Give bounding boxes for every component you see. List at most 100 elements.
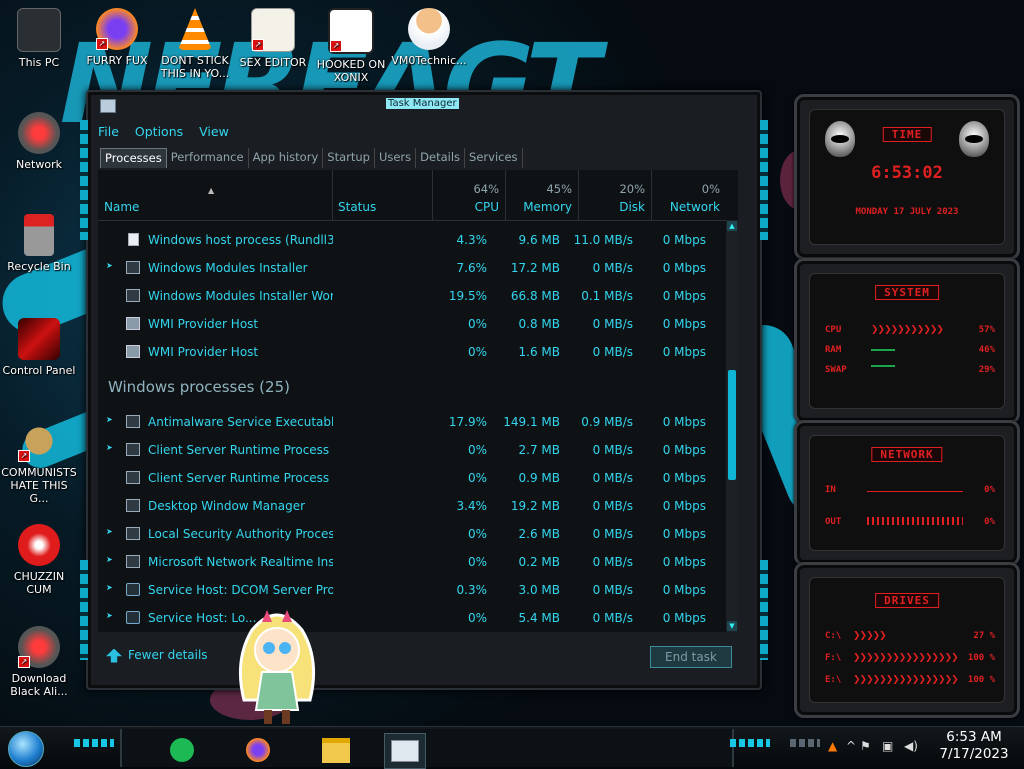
column-memory[interactable]: 45% Memory bbox=[505, 170, 579, 220]
column-network[interactable]: 0% Network bbox=[651, 170, 726, 220]
tab-users[interactable]: Users bbox=[374, 148, 417, 168]
desktop-icon-recycle-bin[interactable]: Recycle Bin bbox=[0, 214, 78, 273]
frame-rail bbox=[80, 120, 88, 240]
time-date: MONDAY 17 JULY 2023 bbox=[855, 207, 959, 217]
table-row[interactable]: ➤ Service Host: Lo... 0% 5.4 MB 0 MB/s 0 Mbps bbox=[98, 604, 726, 632]
scrollbar-thumb[interactable] bbox=[728, 370, 736, 480]
expand-chevron-icon[interactable]: ➤ bbox=[106, 583, 113, 592]
vertical-scrollbar[interactable]: ▲ ▼ bbox=[726, 220, 738, 632]
menu-options[interactable]: Options bbox=[135, 124, 183, 139]
process-disk: 0.9 MB/s bbox=[581, 415, 633, 429]
table-header: ▲ Name Status 64% CPU 45% Memory 20% Dis… bbox=[98, 170, 738, 221]
fewer-details-button[interactable]: Fewer details bbox=[106, 648, 208, 663]
tab-processes[interactable]: Processes bbox=[100, 148, 167, 168]
desktop-icon-control-panel[interactable]: Control Panel bbox=[0, 318, 78, 377]
task-manager-window[interactable]: Task Manager File Options View Processes… bbox=[80, 90, 768, 690]
process-network: 0 Mbps bbox=[662, 583, 706, 597]
table-row[interactable]: Windows Modules Installer Wor... 19.5% 66.… bbox=[98, 282, 726, 310]
column-name-label: Name bbox=[104, 200, 140, 214]
menu-view[interactable]: View bbox=[199, 124, 229, 139]
end-task-button[interactable]: End task bbox=[650, 646, 732, 668]
table-row[interactable]: ➤ Local Security Authority Process 0% 2.6 M… bbox=[98, 520, 726, 548]
table-row[interactable]: ➤ Client Server Runtime Process 0% 2.7 MB 0 … bbox=[98, 436, 726, 464]
table-row[interactable]: ➤ Service Host: DCOM Server Proc... 0.3% 3.… bbox=[98, 576, 726, 604]
table-row[interactable]: ➤ Antimalware Service Executable 17.9% 149.… bbox=[98, 408, 726, 436]
network-tray-icon[interactable]: ▣ bbox=[882, 739, 893, 753]
scroll-up-icon[interactable]: ▲ bbox=[727, 221, 737, 231]
desktop-icon-communists[interactable]: ↗ COMMUNISTS HATE THIS G... bbox=[0, 420, 78, 505]
taskbar-spotify[interactable] bbox=[162, 733, 202, 767]
task-manager-icon bbox=[391, 740, 419, 762]
desktop-icon-network[interactable]: Network bbox=[0, 112, 78, 171]
drive-c-label: C:\ bbox=[825, 631, 842, 641]
menu-file[interactable]: File bbox=[98, 124, 119, 139]
expand-chevron-icon[interactable]: ➤ bbox=[106, 555, 113, 564]
process-network: 0 Mbps bbox=[662, 471, 706, 485]
tab-performance[interactable]: Performance bbox=[166, 148, 249, 168]
expand-chevron-icon[interactable]: ➤ bbox=[106, 443, 113, 452]
column-status[interactable]: Status bbox=[332, 170, 433, 220]
network-gadget[interactable]: NETWORK IN 0% OUT 0% bbox=[794, 420, 1020, 566]
group-header-windows-processes[interactable]: Windows processes (25) bbox=[108, 378, 290, 396]
table-row[interactable]: Windows host process (Rundll32) 4.3% 9.6 M… bbox=[98, 226, 726, 254]
system-gadget[interactable]: SYSTEM CPU ❯❯❯❯❯❯❯❯❯❯❯ 57% RAM 46% SWAP … bbox=[794, 258, 1020, 424]
tab-app-history[interactable]: App history bbox=[248, 148, 324, 168]
column-cpu[interactable]: 64% CPU bbox=[432, 170, 506, 220]
swap-graph bbox=[871, 365, 895, 367]
tab-startup[interactable]: Startup bbox=[323, 148, 375, 168]
time-gadget[interactable]: TIME 6:53:02 MONDAY 17 JULY 2023 bbox=[794, 94, 1020, 260]
drives-gadget[interactable]: DRIVES C:\ ❯❯❯❯❯ 27 % F:\ ❯❯❯❯❯❯❯❯❯❯❯❯❯❯… bbox=[794, 562, 1020, 718]
tab-services[interactable]: Services bbox=[465, 148, 523, 168]
table-row[interactable]: ➤ Microsoft Network Realtime Ins... 0% 0.2 … bbox=[98, 548, 726, 576]
desktop-icon-hooked-on-xonix[interactable]: ↗ HOOKED ON XONIX bbox=[312, 8, 390, 84]
start-button[interactable] bbox=[8, 731, 44, 767]
desktop-icon-this-pc[interactable]: This PC bbox=[0, 8, 78, 69]
drive-c-value: 27 % bbox=[973, 631, 995, 641]
expand-chevron-icon[interactable]: ➤ bbox=[106, 611, 113, 620]
table-row[interactable]: Client Server Runtime Process 0% 0.9 MB 0 M… bbox=[98, 464, 726, 492]
expand-chevron-icon[interactable]: ➤ bbox=[106, 415, 113, 424]
taskbar-file-explorer[interactable] bbox=[316, 733, 356, 767]
time-title: TIME bbox=[882, 127, 932, 142]
process-disk: 0 MB/s bbox=[592, 499, 633, 513]
table-row[interactable]: WMI Provider Host 0% 0.8 MB 0 MB/s 0 Mbps bbox=[98, 310, 726, 338]
drive-f-value: 100 % bbox=[967, 653, 995, 663]
desktop-icon-download-black-alien[interactable]: ↗ Download Black Ali... bbox=[0, 626, 78, 698]
volume-icon[interactable]: ◀) bbox=[904, 739, 918, 753]
process-cpu: 17.9% bbox=[448, 415, 487, 429]
desktop-icon-dont-stick[interactable]: DONT STICK THIS IN YO... bbox=[156, 8, 234, 80]
computer-icon bbox=[17, 8, 61, 52]
column-status-label: Status bbox=[338, 200, 377, 214]
tray-app-icon[interactable]: ▲ bbox=[828, 739, 837, 753]
scroll-down-icon[interactable]: ▼ bbox=[727, 621, 737, 631]
window-icon bbox=[126, 471, 140, 484]
table-row[interactable]: WMI Provider Host 0% 1.6 MB 0 MB/s 0 Mbps bbox=[98, 338, 726, 366]
desktop-icon-vm0technic[interactable]: VM0Technic... bbox=[390, 8, 468, 67]
desktop-icon-sex-editor[interactable]: ↗ SEX EDITOR bbox=[234, 8, 312, 69]
process-network: 0 Mbps bbox=[662, 555, 706, 569]
column-disk[interactable]: 20% Disk bbox=[578, 170, 652, 220]
sort-ascending-icon: ▲ bbox=[208, 186, 215, 195]
expand-chevron-icon[interactable]: ➤ bbox=[106, 527, 113, 536]
process-cpu: 4.3% bbox=[456, 233, 488, 247]
swap-label: SWAP bbox=[825, 365, 847, 375]
table-row[interactable]: Desktop Window Manager 3.4% 19.2 MB 0 MB/s 0… bbox=[98, 492, 726, 520]
table-row[interactable]: ➤ Windows Modules Installer 7.6% 17.2 MB 0 M… bbox=[98, 254, 726, 282]
process-disk: 0 MB/s bbox=[592, 317, 633, 331]
desktop-icon-label: This PC bbox=[18, 56, 60, 69]
firefox-icon bbox=[246, 738, 270, 762]
desktop-icon-chuzzin[interactable]: CHUZZIN CUM bbox=[0, 524, 78, 596]
tab-details[interactable]: Details bbox=[416, 148, 466, 168]
desktop-icon-label: FURRY FUX bbox=[86, 54, 148, 67]
desktop-icon-label: Network bbox=[16, 158, 62, 171]
taskbar-task-manager[interactable] bbox=[384, 733, 426, 769]
desktop-icon-furry-fux[interactable]: ↗ FURRY FUX bbox=[78, 8, 156, 67]
taskbar-firefox[interactable] bbox=[238, 733, 278, 767]
action-center-flag-icon[interactable]: ⚑ bbox=[860, 739, 871, 753]
show-hidden-icons-icon[interactable]: ^ bbox=[846, 739, 856, 753]
column-name[interactable]: ▲ Name bbox=[98, 170, 333, 220]
process-memory: 0.8 MB bbox=[518, 317, 560, 331]
expand-chevron-icon[interactable]: ➤ bbox=[106, 261, 113, 270]
alien-head-icon bbox=[959, 121, 989, 157]
taskbar-clock[interactable]: 6:53 AM 7/17/2023 bbox=[934, 729, 1014, 763]
